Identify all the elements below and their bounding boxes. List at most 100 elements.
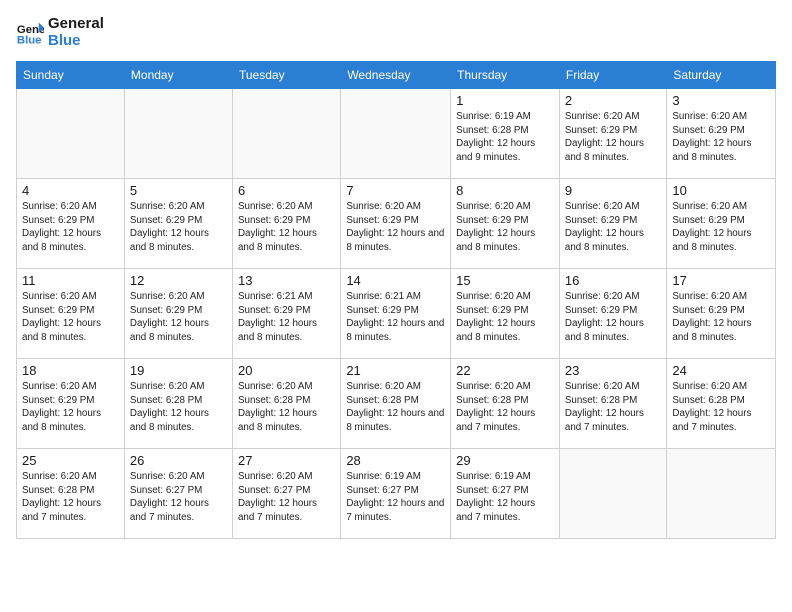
day-number: 6 xyxy=(238,183,335,198)
calendar-cell: 3Sunrise: 6:20 AMSunset: 6:29 PMDaylight… xyxy=(667,89,776,179)
day-info: Sunrise: 6:20 AMSunset: 6:28 PMDaylight:… xyxy=(565,380,662,435)
calendar-cell: 4 Sunrise: 6:20 AMSunset: 6:29 PMDaylight… xyxy=(17,179,125,269)
day-number: 7 xyxy=(346,183,445,198)
calendar-cell: 23 Sunrise: 6:20 AMSunset: 6:28 PMDayligh… xyxy=(559,359,667,449)
calendar-cell: 13 Sunrise: 6:21 AMSunset: 6:29 PMDayligh… xyxy=(232,269,340,359)
day-info: Sunrise: 6:20 AMSunset: 6:29 PMDaylight:… xyxy=(456,290,554,345)
calendar-cell: 9 Sunrise: 6:20 AMSunset: 6:29 PMDaylight… xyxy=(559,179,667,269)
calendar-cell: 20 Sunrise: 6:20 AMSunset: 6:28 PMDayligh… xyxy=(232,359,340,449)
day-number: 26 xyxy=(130,453,227,468)
calendar-cell: 18Sunrise: 6:20 AMSunset: 6:29 PMDayligh… xyxy=(17,359,125,449)
calendar-cell xyxy=(124,89,232,179)
day-number: 20 xyxy=(238,363,335,378)
day-header-friday: Friday xyxy=(559,62,667,89)
day-number: 24 xyxy=(672,363,770,378)
day-number: 5 xyxy=(130,183,227,198)
calendar-cell: 15 Sunrise: 6:20 AMSunset: 6:29 PMDayligh… xyxy=(451,269,560,359)
day-header-saturday: Saturday xyxy=(667,62,776,89)
calendar-cell: 24 Sunrise: 6:20 AMSunset: 6:28 PMDayligh… xyxy=(667,359,776,449)
day-number: 8 xyxy=(456,183,554,198)
calendar-cell xyxy=(17,89,125,179)
week-row-5: 25 Sunrise: 6:20 AMSunset: 6:28 PMDayligh… xyxy=(17,449,776,539)
day-info: Sunrise: 6:20 AMSunset: 6:29 PMDaylight:… xyxy=(238,200,335,255)
week-row-1: 1 Sunrise: 6:19 AMSunset: 6:28 PMDaylight… xyxy=(17,89,776,179)
day-info: Sunrise: 6:20 AMSunset: 6:29 PMDaylight:… xyxy=(565,290,662,345)
day-info: Sunrise: 6:20 AMSunset: 6:28 PMDaylight:… xyxy=(672,380,770,435)
day-info: Sunrise: 6:20 AMSunset: 6:28 PMDaylight:… xyxy=(346,380,445,435)
day-info: Sunrise: 6:20 AMSunset: 6:27 PMDaylight:… xyxy=(238,470,335,525)
day-number: 12 xyxy=(130,273,227,288)
svg-text:Blue: Blue xyxy=(17,34,42,46)
day-number: 21 xyxy=(346,363,445,378)
calendar-cell xyxy=(232,89,340,179)
calendar-cell: 5 Sunrise: 6:20 AMSunset: 6:29 PMDaylight… xyxy=(124,179,232,269)
logo: General Blue General Blue xyxy=(16,16,104,49)
day-info: Sunrise: 6:20 AMSunset: 6:29 PMDaylight:… xyxy=(22,290,119,345)
calendar-cell: 1 Sunrise: 6:19 AMSunset: 6:28 PMDaylight… xyxy=(451,89,560,179)
day-number: 2 xyxy=(565,93,662,108)
day-number: 22 xyxy=(456,363,554,378)
calendar-cell: 29Sunrise: 6:19 AMSunset: 6:27 PMDayligh… xyxy=(451,449,560,539)
day-info: Sunrise: 6:21 AMSunset: 6:29 PMDaylight:… xyxy=(346,290,445,345)
day-header-sunday: Sunday xyxy=(17,62,125,89)
day-info: Sunrise: 6:20 AMSunset: 6:29 PMDaylight:… xyxy=(22,200,119,255)
day-info: Sunrise: 6:21 AMSunset: 6:29 PMDaylight:… xyxy=(238,290,335,345)
day-info: Sunrise: 6:20 AMSunset: 6:29 PMDaylight:… xyxy=(346,200,445,255)
calendar-cell xyxy=(559,449,667,539)
day-info: Sunrise: 6:20 AMSunset: 6:29 PMDaylight:… xyxy=(130,290,227,345)
calendar-cell: 25 Sunrise: 6:20 AMSunset: 6:28 PMDayligh… xyxy=(17,449,125,539)
day-info: Sunrise: 6:19 AMSunset: 6:27 PMDaylight:… xyxy=(456,470,554,525)
calendar-cell: 14Sunrise: 6:21 AMSunset: 6:29 PMDayligh… xyxy=(341,269,451,359)
day-number: 4 xyxy=(22,183,119,198)
day-info: Sunrise: 6:20 AMSunset: 6:28 PMDaylight:… xyxy=(456,380,554,435)
calendar-cell: 27 Sunrise: 6:20 AMSunset: 6:27 PMDayligh… xyxy=(232,449,340,539)
calendar-cell xyxy=(341,89,451,179)
calendar-cell: 17 Sunrise: 6:20 AMSunset: 6:29 PMDayligh… xyxy=(667,269,776,359)
week-row-2: 4 Sunrise: 6:20 AMSunset: 6:29 PMDaylight… xyxy=(17,179,776,269)
day-info: Sunrise: 6:20 AMSunset: 6:29 PMDaylight:… xyxy=(672,110,770,165)
day-number: 17 xyxy=(672,273,770,288)
day-number: 11 xyxy=(22,273,119,288)
day-info: Sunrise: 6:20 AMSunset: 6:29 PMDaylight:… xyxy=(456,200,554,255)
day-number: 25 xyxy=(22,453,119,468)
calendar-cell xyxy=(667,449,776,539)
calendar-cell: 7 Sunrise: 6:20 AMSunset: 6:29 PMDaylight… xyxy=(341,179,451,269)
week-row-4: 18Sunrise: 6:20 AMSunset: 6:29 PMDayligh… xyxy=(17,359,776,449)
calendar-cell: 2Sunrise: 6:20 AMSunset: 6:29 PMDaylight… xyxy=(559,89,667,179)
calendar-cell: 11 Sunrise: 6:20 AMSunset: 6:29 PMDayligh… xyxy=(17,269,125,359)
day-info: Sunrise: 6:20 AMSunset: 6:28 PMDaylight:… xyxy=(22,470,119,525)
day-number: 1 xyxy=(456,93,554,108)
day-number: 9 xyxy=(565,183,662,198)
day-info: Sunrise: 6:19 AMSunset: 6:28 PMDaylight:… xyxy=(456,110,554,165)
calendar-cell: 8 Sunrise: 6:20 AMSunset: 6:29 PMDaylight… xyxy=(451,179,560,269)
page-header: General Blue General Blue xyxy=(16,16,776,49)
day-header-tuesday: Tuesday xyxy=(232,62,340,89)
day-info: Sunrise: 6:20 AMSunset: 6:29 PMDaylight:… xyxy=(672,200,770,255)
calendar-header-row: SundayMondayTuesdayWednesdayThursdayFrid… xyxy=(17,62,776,89)
day-number: 23 xyxy=(565,363,662,378)
calendar-body: 1 Sunrise: 6:19 AMSunset: 6:28 PMDaylight… xyxy=(17,89,776,539)
day-info: Sunrise: 6:20 AMSunset: 6:29 PMDaylight:… xyxy=(672,290,770,345)
calendar-cell: 22 Sunrise: 6:20 AMSunset: 6:28 PMDayligh… xyxy=(451,359,560,449)
day-number: 27 xyxy=(238,453,335,468)
calendar-cell: 26 Sunrise: 6:20 AMSunset: 6:27 PMDayligh… xyxy=(124,449,232,539)
calendar-cell: 6 Sunrise: 6:20 AMSunset: 6:29 PMDaylight… xyxy=(232,179,340,269)
day-number: 16 xyxy=(565,273,662,288)
day-header-monday: Monday xyxy=(124,62,232,89)
day-number: 13 xyxy=(238,273,335,288)
day-info: Sunrise: 6:20 AMSunset: 6:28 PMDaylight:… xyxy=(238,380,335,435)
calendar-cell: 21 Sunrise: 6:20 AMSunset: 6:28 PMDayligh… xyxy=(341,359,451,449)
day-info: Sunrise: 6:20 AMSunset: 6:29 PMDaylight:… xyxy=(130,200,227,255)
day-info: Sunrise: 6:19 AMSunset: 6:27 PMDaylight:… xyxy=(346,470,445,525)
day-header-thursday: Thursday xyxy=(451,62,560,89)
day-info: Sunrise: 6:20 AMSunset: 6:27 PMDaylight:… xyxy=(130,470,227,525)
calendar-cell: 19Sunrise: 6:20 AMSunset: 6:28 PMDayligh… xyxy=(124,359,232,449)
calendar-cell: 12 Sunrise: 6:20 AMSunset: 6:29 PMDayligh… xyxy=(124,269,232,359)
day-header-wednesday: Wednesday xyxy=(341,62,451,89)
day-info: Sunrise: 6:20 AMSunset: 6:29 PMDaylight:… xyxy=(565,200,662,255)
day-number: 28 xyxy=(346,453,445,468)
day-number: 15 xyxy=(456,273,554,288)
calendar-cell: 28 Sunrise: 6:19 AMSunset: 6:27 PMDayligh… xyxy=(341,449,451,539)
day-number: 18 xyxy=(22,363,119,378)
logo-icon: General Blue xyxy=(16,19,44,47)
